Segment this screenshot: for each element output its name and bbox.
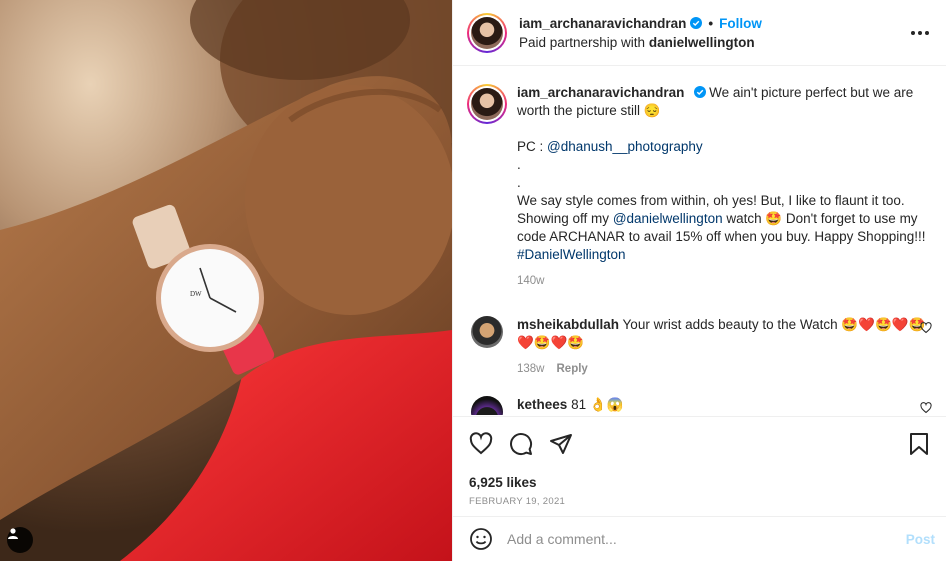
comment-composer: Post bbox=[453, 516, 946, 561]
like-comment-heart-icon[interactable] bbox=[920, 322, 932, 334]
reply-button[interactable]: Reply bbox=[557, 363, 588, 375]
commenter-username[interactable]: kethees bbox=[517, 397, 567, 412]
wrist-watch-photo: DW bbox=[0, 0, 452, 561]
comment-text: 81 👌😱 bbox=[571, 397, 624, 412]
comment-bubble-icon[interactable] bbox=[509, 432, 533, 456]
follow-button[interactable]: Follow bbox=[719, 16, 762, 31]
like-heart-icon[interactable] bbox=[469, 432, 493, 456]
caption-avatar[interactable] bbox=[467, 84, 507, 124]
caption-text: We say style comes from within, oh yes! … bbox=[517, 193, 926, 262]
verified-badge-icon bbox=[694, 86, 707, 98]
post-header: iam_archanaravichandran • Follow Paid pa… bbox=[453, 0, 946, 66]
caption-time: 140w bbox=[517, 275, 545, 287]
verified-badge-icon bbox=[690, 17, 703, 29]
partner-link[interactable]: danielwellington bbox=[649, 35, 755, 50]
more-options-icon[interactable] bbox=[908, 21, 932, 45]
author-username[interactable]: iam_archanaravichandran bbox=[519, 16, 686, 31]
commenter-avatar[interactable] bbox=[471, 316, 503, 348]
paid-partnership-label: Paid partnership with danielwellington bbox=[519, 34, 755, 50]
share-send-icon[interactable] bbox=[549, 432, 573, 456]
photographer-mention[interactable]: @dhanush__photography bbox=[547, 139, 703, 154]
emoji-icon[interactable] bbox=[469, 527, 493, 551]
post-image[interactable]: DW bbox=[0, 0, 452, 561]
caption: iam_archanaravichandran We ain't picture… bbox=[467, 84, 932, 290]
comment-input[interactable] bbox=[507, 531, 906, 547]
commenter-avatar[interactable] bbox=[471, 396, 503, 415]
author-avatar[interactable] bbox=[467, 12, 507, 53]
brand-mention[interactable]: @danielwellington bbox=[613, 211, 723, 226]
comment-time: 138w bbox=[517, 363, 545, 375]
caption-username[interactable]: iam_archanaravichandran bbox=[517, 85, 684, 100]
comment-item: msheikabdullah Your wrist adds beauty to… bbox=[467, 316, 932, 378]
post-details-panel: iam_archanaravichandran • Follow Paid pa… bbox=[452, 0, 946, 561]
hashtag[interactable]: #DanielWellington bbox=[517, 247, 626, 262]
post-date: FEBRUARY 19, 2021 bbox=[469, 496, 566, 507]
comment-item: kethees 81 👌😱 bbox=[467, 396, 932, 415]
svg-text:DW: DW bbox=[190, 290, 202, 298]
post-comment-button[interactable]: Post bbox=[906, 532, 935, 547]
save-bookmark-icon[interactable] bbox=[907, 432, 931, 456]
separator-dot: • bbox=[708, 15, 714, 31]
likes-count[interactable]: 6,925 likes bbox=[469, 475, 931, 490]
tagged-user-button[interactable] bbox=[7, 527, 33, 553]
comments-scroll-area[interactable]: iam_archanaravichandran We ain't picture… bbox=[453, 66, 946, 415]
post-actions: 6,925 likes FEBRUARY 19, 2021 bbox=[453, 416, 946, 507]
like-comment-heart-icon[interactable] bbox=[920, 402, 932, 414]
user-icon bbox=[8, 528, 18, 539]
commenter-username[interactable]: msheikabdullah bbox=[517, 317, 619, 332]
